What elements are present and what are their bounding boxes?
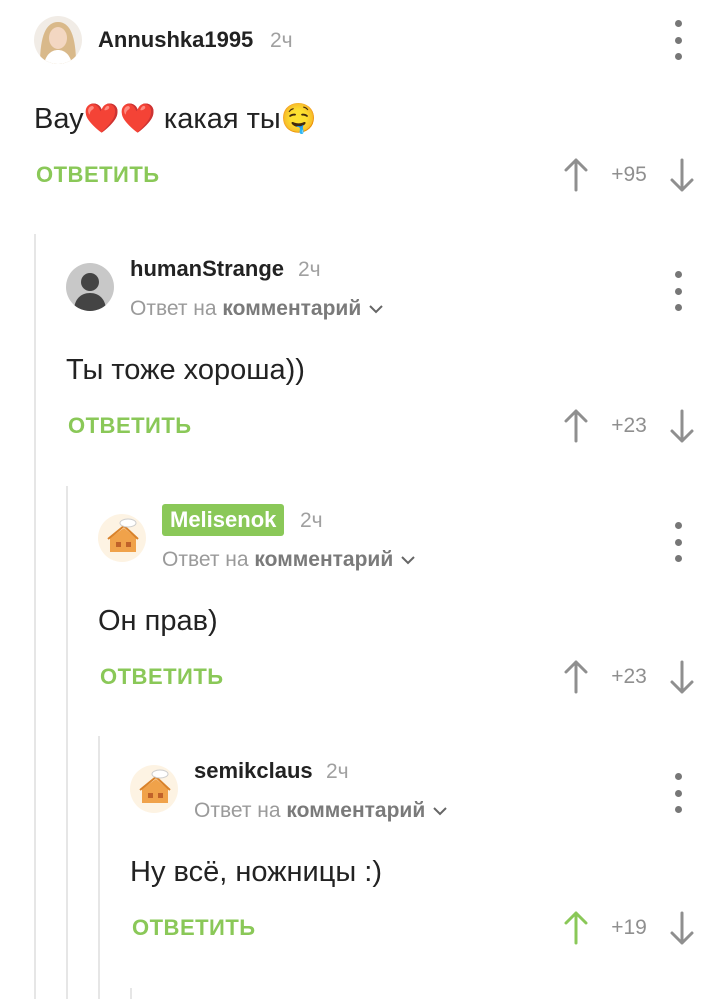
vote-score: +95 bbox=[611, 163, 647, 186]
vote-score: +23 bbox=[611, 414, 647, 437]
upvote-arrow-icon[interactable] bbox=[562, 157, 590, 193]
vote-controls: +23 bbox=[562, 657, 696, 697]
comment-time: 2ч bbox=[298, 258, 321, 281]
upvote-arrow-icon[interactable] bbox=[562, 408, 590, 444]
reply-to-link[interactable]: Ответ на комментарий bbox=[162, 547, 415, 573]
comment-time: 2ч bbox=[326, 760, 349, 783]
vote-score: +19 bbox=[611, 916, 647, 939]
vote-controls: +23 bbox=[562, 406, 696, 446]
downvote-arrow-icon[interactable] bbox=[668, 910, 696, 946]
house-avatar[interactable] bbox=[130, 765, 178, 813]
chevron-down-icon[interactable] bbox=[433, 806, 447, 816]
author-name[interactable]: Melisenok bbox=[162, 504, 285, 536]
chevron-down-icon[interactable] bbox=[369, 304, 383, 314]
reply-button[interactable]: ОТВЕТИТЬ bbox=[36, 162, 160, 188]
downvote-arrow-icon[interactable] bbox=[668, 157, 696, 193]
reply-button[interactable]: ОТВЕТИТЬ bbox=[132, 915, 256, 941]
comment: Melisenok 2ч Ответ на комментарий Он пра… bbox=[0, 502, 720, 752]
house-avatar[interactable] bbox=[98, 514, 146, 562]
comment: humanStrange 2ч Ответ на комментарий Ты … bbox=[0, 251, 720, 501]
author-name[interactable]: semikclaus bbox=[194, 758, 313, 784]
more-options-icon[interactable] bbox=[670, 522, 686, 562]
upvote-arrow-icon[interactable] bbox=[562, 659, 590, 695]
comment-text: Он прав) bbox=[98, 605, 218, 637]
chevron-down-icon[interactable] bbox=[401, 555, 415, 565]
downvote-arrow-icon[interactable] bbox=[668, 659, 696, 695]
comment-text: Ты тоже хороша)) bbox=[66, 354, 305, 386]
comment-time: 2ч bbox=[270, 29, 293, 52]
author-name[interactable]: humanStrange bbox=[130, 256, 284, 282]
comment: Annushka1995 2ч Вау❤️❤️ какая ты🤤 ОТВЕТИ… bbox=[0, 0, 720, 250]
more-options-icon[interactable] bbox=[670, 271, 686, 311]
reply-button[interactable]: ОТВЕТИТЬ bbox=[68, 413, 192, 439]
avatar[interactable] bbox=[34, 16, 82, 64]
default-user-avatar[interactable] bbox=[66, 263, 114, 311]
comment-time: 2ч bbox=[300, 509, 323, 532]
comment-text: Вау❤️❤️ какая ты🤤 bbox=[34, 103, 317, 135]
more-options-icon[interactable] bbox=[670, 20, 686, 60]
vote-score: +23 bbox=[611, 665, 647, 688]
vote-controls: +95 bbox=[562, 155, 696, 195]
downvote-arrow-icon[interactable] bbox=[668, 408, 696, 444]
upvote-arrow-icon[interactable] bbox=[562, 910, 590, 946]
comment: semikclaus 2ч Ответ на комментарий Ну вс… bbox=[0, 753, 720, 1003]
reply-to-link[interactable]: Ответ на комментарий bbox=[194, 798, 447, 824]
more-options-icon[interactable] bbox=[670, 773, 686, 813]
reply-to-link[interactable]: Ответ на комментарий bbox=[130, 296, 383, 322]
vote-controls: +19 bbox=[562, 908, 696, 948]
comment-text: Ну всё, ножницы :) bbox=[130, 856, 382, 888]
reply-button[interactable]: ОТВЕТИТЬ bbox=[100, 664, 224, 690]
author-name[interactable]: Annushka1995 bbox=[98, 27, 253, 53]
